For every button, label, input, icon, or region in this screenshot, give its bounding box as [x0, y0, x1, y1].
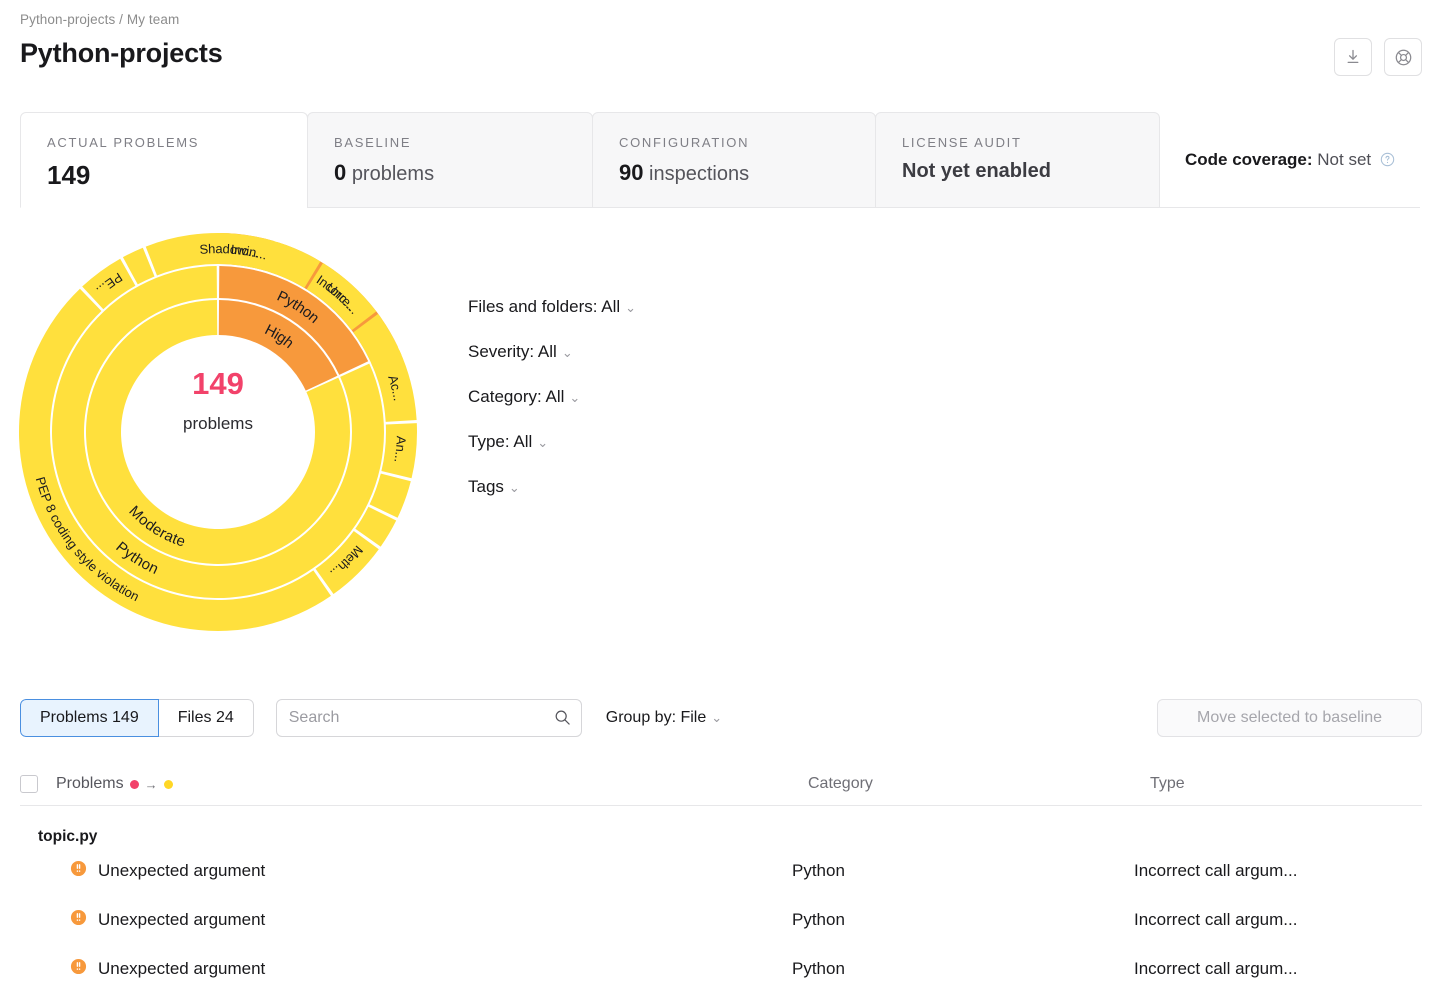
problem-name: Unexpected argument	[98, 861, 265, 881]
move-selected-to-baseline-button[interactable]: Move selected to baseline	[1157, 699, 1422, 737]
problem-name-cell: Unexpected argument	[70, 909, 792, 931]
problem-type: Incorrect call argum...	[1134, 959, 1422, 979]
group-file-name[interactable]: topic.py	[20, 806, 1422, 846]
filter-severity[interactable]: Severity: All ⌄	[468, 342, 636, 362]
results-toolbar: Problems 149 Files 24 Group by: File ⌄	[20, 699, 722, 737]
warning-icon	[70, 958, 87, 980]
sunburst-center-label: problems	[18, 414, 418, 434]
card-label: BASELINE	[334, 135, 566, 150]
column-header-type[interactable]: Type	[1150, 775, 1422, 793]
search-icon[interactable]	[554, 709, 571, 731]
card-label: CONFIGURATION	[619, 135, 849, 150]
card-license-audit[interactable]: LICENSE AUDIT Not yet enabled	[875, 112, 1160, 208]
card-value: 90 inspections	[619, 160, 849, 186]
code-coverage-value: Not set	[1317, 150, 1371, 169]
problem-category: Python	[792, 910, 1134, 930]
search-box[interactable]	[276, 699, 582, 737]
problem-name-cell: Unexpected argument	[70, 860, 792, 882]
problem-name: Unexpected argument	[98, 910, 265, 930]
chevron-down-icon: ⌄	[537, 435, 548, 450]
column-header-label: Problems	[56, 775, 124, 793]
filter-type[interactable]: Type: All ⌄	[468, 432, 636, 452]
page-title: Python-projects	[20, 38, 223, 69]
problem-type: Incorrect call argum...	[1134, 910, 1422, 930]
column-header-category[interactable]: Category	[808, 775, 1150, 793]
sunburst-slice-label: An...	[391, 436, 408, 464]
card-number: 149	[47, 160, 90, 190]
filter-label: Files and folders: All	[468, 297, 620, 316]
column-header-problems[interactable]: Problems →	[56, 775, 808, 793]
tab-problems[interactable]: Problems 149	[20, 699, 159, 737]
filter-list: Files and folders: All ⌄ Severity: All ⌄ C…	[468, 297, 636, 522]
card-number: 0	[334, 160, 346, 185]
card-actual-problems[interactable]: ACTUAL PROBLEMS 149	[20, 112, 308, 208]
chevron-down-icon: ⌄	[569, 390, 580, 405]
warning-icon	[70, 909, 87, 931]
filter-label: Severity: All	[468, 342, 557, 361]
card-baseline[interactable]: BASELINE 0 problems	[307, 112, 593, 208]
card-value: Not yet enabled	[902, 160, 1133, 183]
group-by-label: Group by: File	[606, 709, 706, 726]
filter-label: Type: All	[468, 432, 532, 451]
filter-files-and-folders[interactable]: Files and folders: All ⌄	[468, 297, 636, 317]
view-tabs: Problems 149 Files 24	[20, 699, 254, 737]
card-configuration[interactable]: CONFIGURATION 90 inspections	[592, 112, 876, 208]
card-unit: problems	[352, 163, 434, 185]
download-button[interactable]	[1334, 38, 1372, 76]
problem-name: Unexpected argument	[98, 959, 265, 979]
filter-label: Category: All	[468, 387, 564, 406]
problem-name-cell: Unexpected argument	[70, 958, 792, 980]
filter-category[interactable]: Category: All ⌄	[468, 387, 636, 407]
card-label: LICENSE AUDIT	[902, 135, 1133, 150]
group-by-selector[interactable]: Group by: File ⌄	[606, 709, 722, 727]
problem-type: Incorrect call argum...	[1134, 861, 1422, 881]
table-row[interactable]: Unexpected argument Python Incorrect cal…	[20, 846, 1422, 895]
problem-category: Python	[792, 959, 1134, 979]
lifebuoy-icon	[1394, 48, 1413, 67]
download-icon	[1344, 48, 1362, 66]
severity-red-dot-icon	[130, 780, 139, 789]
chevron-down-icon: ⌄	[625, 300, 636, 315]
help-button[interactable]	[1384, 38, 1422, 76]
header-actions	[1334, 38, 1422, 76]
card-label: ACTUAL PROBLEMS	[47, 135, 281, 150]
select-all-checkbox[interactable]	[20, 775, 38, 793]
filter-label: Tags	[468, 477, 504, 496]
card-number: 90	[619, 160, 643, 185]
arrow-right-icon: →	[145, 777, 158, 792]
card-value: 0 problems	[334, 160, 566, 186]
summary-cards: ACTUAL PROBLEMS 149 BASELINE 0 problems …	[20, 112, 1160, 208]
chevron-down-icon: ⌄	[711, 710, 722, 725]
filter-tags[interactable]: Tags ⌄	[468, 477, 636, 497]
problems-table: Problems → Category Type topic.py Unexpe…	[20, 765, 1422, 993]
code-coverage-label: Code coverage:	[1185, 150, 1313, 169]
sunburst-center-value: 149	[18, 366, 418, 402]
chevron-down-icon: ⌄	[509, 480, 520, 495]
problem-category: Python	[792, 861, 1134, 881]
table-row[interactable]: Unexpected argument Python Incorrect cal…	[20, 895, 1422, 944]
table-row[interactable]: Unexpected argument Python Incorrect cal…	[20, 944, 1422, 993]
card-status: Not yet enabled	[902, 160, 1051, 182]
card-value: 149	[47, 160, 281, 191]
search-input[interactable]	[276, 699, 582, 737]
tab-files[interactable]: Files 24	[158, 699, 254, 737]
warning-icon	[70, 860, 87, 882]
severity-yellow-dot-icon	[164, 780, 173, 789]
table-header-row: Problems → Category Type	[20, 765, 1422, 803]
code-coverage: Code coverage: Not set	[1185, 150, 1395, 172]
card-unit: inspections	[649, 163, 749, 185]
breadcrumb[interactable]: Python-projects / My team	[20, 12, 179, 27]
problems-sunburst-chart[interactable]: HighModeratePythonPythonInc...Incorre...…	[18, 232, 418, 632]
chevron-down-icon: ⌄	[562, 345, 573, 360]
help-circle-icon[interactable]	[1380, 152, 1395, 172]
